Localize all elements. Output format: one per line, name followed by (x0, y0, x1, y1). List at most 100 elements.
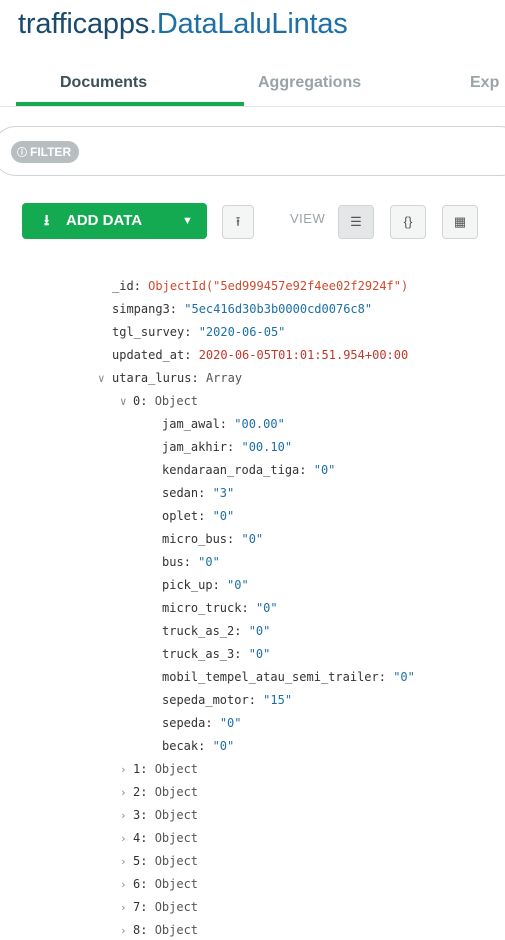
item-type: Object (154, 808, 199, 822)
item-type: Object (154, 900, 199, 914)
field-type: Array (205, 371, 243, 385)
array-item-row[interactable]: 1: Object (133, 759, 198, 779)
field-key: micro_truck (162, 601, 242, 615)
field-key: micro_bus (162, 532, 228, 546)
documents-toolbar: ⭳ ADD DATA ▼ ⭱ VIEW ☰ {} ▦ (0, 195, 505, 245)
chevron-down-icon[interactable]: ∨ (120, 395, 127, 408)
item-type: Object (154, 785, 199, 799)
nested-field-row[interactable]: jam_akhir: "00.10" (162, 437, 292, 457)
field-key: pick_up (162, 578, 213, 592)
array-item-row[interactable]: 8: Object (133, 920, 198, 940)
chevron-right-icon[interactable]: › (120, 855, 127, 868)
field-value: "2020-06-05" (198, 325, 286, 339)
field-value: ObjectId("5ed999457e92f4ee02f2924f") (148, 279, 409, 293)
nested-field-row[interactable]: oplet: "0" (162, 506, 234, 526)
chevron-right-icon[interactable]: › (120, 832, 127, 845)
table-icon: ▦ (453, 214, 467, 229)
nested-field-row[interactable]: jam_awal: "00.00" (162, 414, 285, 434)
field-value: "0" (212, 739, 235, 753)
nested-field-row[interactable]: pick_up: "0" (162, 575, 249, 595)
database-name[interactable]: trafficapps (18, 8, 149, 40)
field-key: sepeda_motor (162, 693, 249, 707)
field-key: jam_akhir (162, 440, 228, 454)
nested-field-row[interactable]: truck_as_3: "0" (162, 644, 270, 664)
view-list-button[interactable]: ☰ (338, 205, 374, 239)
field-row[interactable]: updated_at: 2020-06-05T01:01:51.954+00:0… (112, 345, 408, 365)
chevron-down-icon[interactable]: ∨ (98, 372, 105, 385)
view-table-button[interactable]: ▦ (442, 205, 478, 239)
nested-field-row[interactable]: micro_bus: "0" (162, 529, 263, 549)
collection-title: trafficapps.DataLaluLintas (18, 8, 348, 41)
field-key: utara_lurus (112, 371, 192, 385)
field-key: simpang3 (112, 302, 170, 316)
tab-documents[interactable]: Documents (60, 74, 147, 92)
field-row[interactable]: tgl_survey: "2020-06-05" (112, 322, 285, 342)
export-icon: ⭱ (235, 214, 241, 229)
nested-field-row[interactable]: becak: "0" (162, 736, 234, 756)
array-item-row[interactable]: 2: Object (133, 782, 198, 802)
nested-field-row[interactable]: sepeda_motor: "15" (162, 690, 292, 710)
chevron-right-icon[interactable]: › (120, 763, 127, 776)
filter-label: FILTER (30, 145, 72, 159)
chevron-right-icon[interactable]: › (120, 809, 127, 822)
field-value: "00.10" (241, 440, 293, 454)
item-type: Object (154, 854, 199, 868)
field-key: mobil_tempel_atau_semi_trailer (162, 670, 379, 684)
nested-field-row[interactable]: micro_truck: "0" (162, 598, 278, 618)
field-value: "0" (219, 716, 242, 730)
field-value: "0" (255, 601, 278, 615)
chevron-down-icon: ▼ (182, 215, 193, 227)
export-button[interactable]: ⭱ (222, 205, 254, 239)
download-icon: ⭳ (44, 212, 50, 229)
tab-aggregations[interactable]: Aggregations (258, 74, 361, 92)
array-item-row[interactable]: 3: Object (133, 805, 198, 825)
field-value: "0" (198, 555, 220, 569)
add-data-button[interactable]: ⭳ ADD DATA ▼ (22, 203, 207, 239)
array-item-row[interactable]: 4: Object (133, 828, 198, 848)
item-type: Object (154, 923, 199, 937)
field-key: tgl_survey (112, 325, 185, 339)
field-value: "5ec416d30b3b0000cd0076c8" (184, 302, 373, 316)
field-row[interactable]: simpang3: "5ec416d30b3b0000cd0076c8" (112, 299, 372, 319)
field-value: "0" (313, 463, 336, 477)
field-value: "3" (212, 486, 235, 500)
array-item-row[interactable]: 6: Object (133, 874, 198, 894)
nested-field-row[interactable]: kendaraan_roda_tiga: "0" (162, 460, 335, 480)
chevron-right-icon[interactable]: › (120, 901, 127, 914)
braces-icon: {} (403, 214, 413, 229)
nested-field-row[interactable]: bus: "0" (162, 552, 220, 572)
chevron-right-icon[interactable]: › (120, 878, 127, 891)
chevron-right-icon[interactable]: › (120, 786, 127, 799)
tab-divider (0, 106, 505, 107)
nested-field-row[interactable]: mobil_tempel_atau_semi_trailer: "0" (162, 667, 415, 687)
array-item-row[interactable]: 0: Object (133, 391, 198, 411)
tab-bar: Documents Aggregations Exp (0, 64, 505, 107)
tab-explain[interactable]: Exp (470, 74, 499, 92)
field-key: _id (112, 279, 134, 293)
nested-field-row[interactable]: sepeda: "0" (162, 713, 242, 733)
field-key: bus (162, 555, 184, 569)
field-value: "00.00" (234, 417, 285, 431)
nested-field-row[interactable]: truck_as_2: "0" (162, 621, 270, 641)
view-label: VIEW (290, 211, 326, 226)
field-value: "0" (227, 578, 249, 592)
field-key: sedan (162, 486, 199, 500)
item-type: Object (154, 762, 199, 776)
item-type: Object (154, 394, 199, 408)
collection-name: .DataLaluLintas (149, 8, 348, 40)
array-item-row[interactable]: 7: Object (133, 897, 198, 917)
field-key: oplet (162, 509, 199, 523)
field-key: updated_at (112, 348, 185, 362)
chevron-right-icon[interactable]: › (120, 924, 127, 937)
item-type: Object (154, 831, 199, 845)
field-row[interactable]: _id: ObjectId("5ed999457e92f4ee02f2924f"… (112, 276, 408, 296)
nested-field-row[interactable]: sedan: "3" (162, 483, 234, 503)
field-value: 2020-06-05T01:01:51.954+00:00 (198, 348, 409, 362)
filter-bar[interactable]: ⓘ FILTER (0, 126, 505, 176)
filter-chip[interactable]: ⓘ FILTER (11, 141, 80, 163)
array-item-row[interactable]: 5: Object (133, 851, 198, 871)
array-field-row[interactable]: utara_lurus: Array (112, 368, 242, 388)
field-value: "0" (393, 670, 415, 684)
view-json-button[interactable]: {} (390, 205, 426, 239)
field-value: "0" (248, 624, 271, 638)
